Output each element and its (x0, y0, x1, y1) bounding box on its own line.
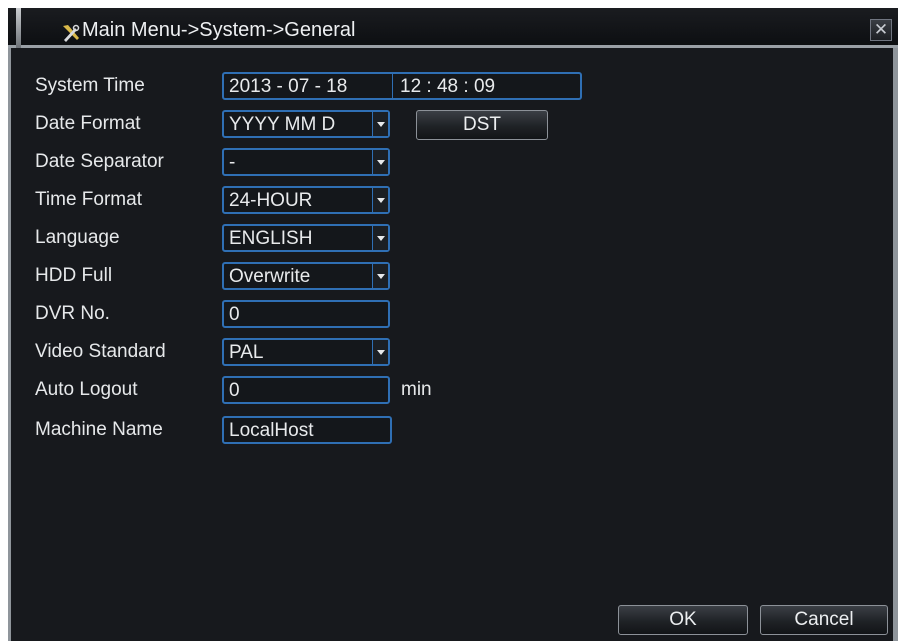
system-time-label: System Time (35, 75, 145, 96)
window-title: Main Menu->System->General (82, 19, 356, 41)
close-button[interactable]: ✕ (870, 19, 892, 41)
auto-logout-value: 0 (229, 380, 240, 401)
auto-logout-unit: min (401, 379, 432, 400)
video-standard-dropdown[interactable]: PAL (222, 338, 390, 366)
window-right-edge (893, 48, 898, 641)
hdd-full-dropdown[interactable]: Overwrite (222, 262, 390, 290)
general-settings-window: Main Menu->System->General ✕ System Time… (8, 8, 898, 641)
language-value: ENGLISH (229, 228, 313, 249)
system-time-field[interactable]: 2013 - 07 - 18 12 : 48 : 09 (222, 72, 582, 100)
date-format-dropdown[interactable]: YYYY MM D (222, 110, 390, 138)
window-left-edge (8, 48, 11, 641)
chevron-down-icon[interactable] (372, 340, 388, 364)
title-bar: Main Menu->System->General ✕ (8, 8, 898, 48)
cancel-button[interactable]: Cancel (760, 605, 888, 635)
system-time-clock[interactable]: 12 : 48 : 09 (400, 76, 495, 98)
video-standard-value: PAL (229, 342, 264, 363)
date-separator-value: - (229, 152, 236, 173)
title-bar-accent (16, 8, 21, 48)
dvr-no-label: DVR No. (35, 303, 110, 324)
hdd-full-value: Overwrite (229, 266, 311, 287)
time-format-dropdown[interactable]: 24-HOUR (222, 186, 390, 214)
auto-logout-input[interactable]: 0 (222, 376, 390, 404)
chevron-down-icon[interactable] (372, 188, 388, 212)
video-standard-label: Video Standard (35, 341, 166, 362)
dvr-no-value: 0 (229, 304, 240, 325)
time-format-value: 24-HOUR (229, 190, 313, 211)
date-separator-dropdown[interactable]: - (222, 148, 390, 176)
date-separator-label: Date Separator (35, 151, 164, 172)
chevron-down-icon[interactable] (372, 264, 388, 288)
machine-name-label: Machine Name (35, 419, 163, 440)
machine-name-value: LocalHost (229, 420, 314, 441)
system-time-date[interactable]: 2013 - 07 - 18 (229, 76, 347, 98)
language-dropdown[interactable]: ENGLISH (222, 224, 390, 252)
tools-icon (63, 24, 80, 42)
auto-logout-label: Auto Logout (35, 379, 138, 400)
chevron-down-icon[interactable] (372, 150, 388, 174)
system-time-divider (392, 74, 393, 98)
language-label: Language (35, 227, 120, 248)
hdd-full-label: HDD Full (35, 265, 113, 286)
date-format-value: YYYY MM D (229, 114, 336, 135)
chevron-down-icon[interactable] (372, 226, 388, 250)
chevron-down-icon[interactable] (372, 112, 388, 136)
time-format-label: Time Format (35, 189, 142, 210)
dvr-no-input[interactable]: 0 (222, 300, 390, 328)
machine-name-input[interactable]: LocalHost (222, 416, 392, 444)
ok-button[interactable]: OK (618, 605, 748, 635)
date-format-label: Date Format (35, 113, 141, 134)
dst-button[interactable]: DST (416, 110, 548, 140)
